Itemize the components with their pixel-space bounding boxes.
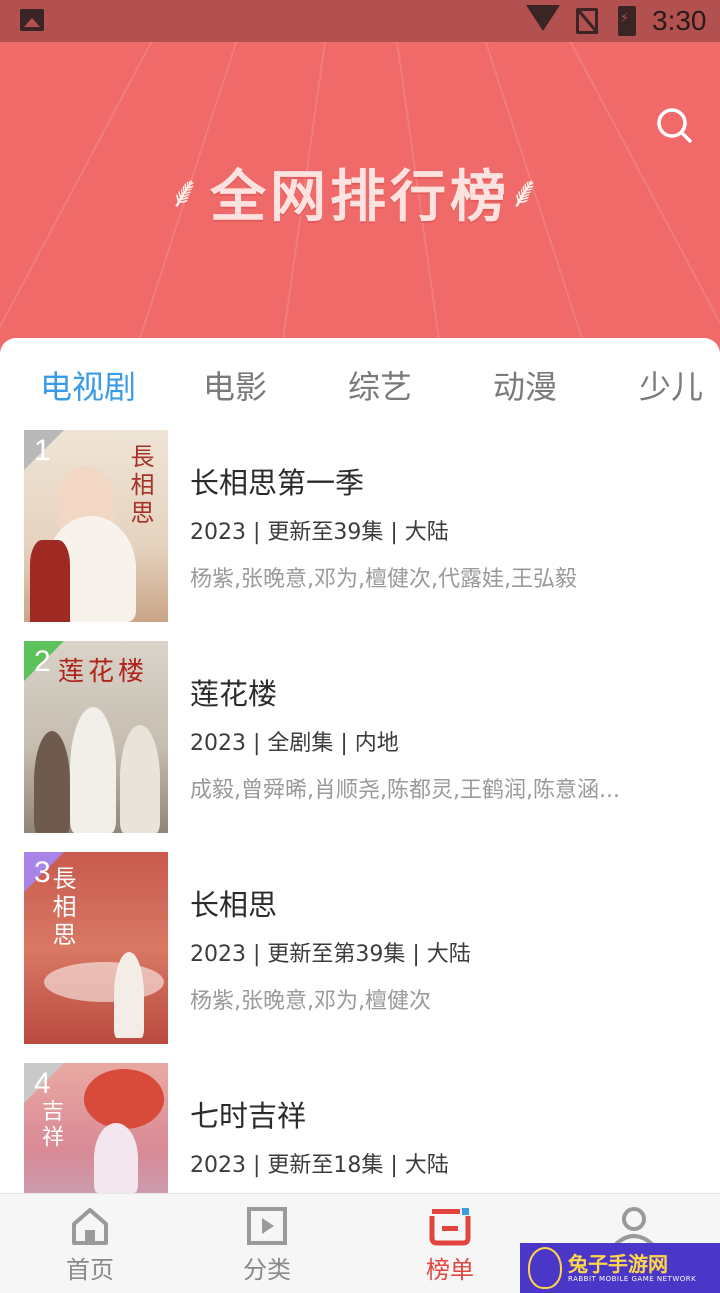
no-sim-icon — [576, 8, 598, 34]
item-meta: 2023 | 更新至第39集 | 大陆 — [190, 942, 471, 967]
gallery-icon — [20, 9, 44, 31]
page-title: 全网排行榜 — [210, 165, 510, 230]
nav-home-label: 首页 — [66, 1256, 114, 1284]
poster-title-text: 莲花楼 — [58, 657, 149, 687]
rank-number: 1 — [34, 434, 51, 467]
list-item[interactable]: 2 莲花楼 莲花楼 2023 | 全剧集 | 内地 成毅,曾舜晞,肖顺尧,陈都灵… — [0, 641, 720, 835]
tab-anime[interactable]: 动漫 — [493, 362, 557, 408]
search-icon[interactable] — [654, 105, 694, 145]
item-meta: 2023 | 全剧集 | 内地 — [190, 731, 399, 756]
poster-title-text: 長相思 — [126, 444, 154, 528]
item-meta: 2023 | 更新至39集 | 大陆 — [190, 520, 449, 545]
category-tabs: 电视剧 电影 综艺 动漫 少儿 — [0, 338, 720, 428]
rabbit-logo-icon — [528, 1247, 562, 1289]
list-item[interactable]: 4 吉祥 七时吉祥 2023 | 更新至18集 | 大陆 — [0, 1063, 720, 1198]
poster-image[interactable]: 3 長相思 — [24, 852, 168, 1044]
list-item[interactable]: 1 長相思 长相思第一季 2023 | 更新至39集 | 大陆 杨紫,张晚意,邓… — [0, 430, 720, 624]
poster-image[interactable]: 4 吉祥 — [24, 1063, 168, 1198]
laurel-right-icon: ⸙ — [508, 167, 541, 218]
ranking-icon — [429, 1208, 471, 1246]
tab-kids[interactable]: 少儿 — [639, 362, 703, 408]
item-title[interactable]: 长相思第一季 — [190, 460, 364, 502]
item-cast: 杨紫,张晚意,邓为,檀健次,代露娃,王弘毅 — [190, 567, 577, 592]
ranking-content: 电视剧 电影 综艺 动漫 少儿 1 長相思 长相思第一季 2023 | 更新至3… — [0, 338, 720, 1198]
rank-number: 4 — [34, 1067, 51, 1100]
play-icon — [247, 1207, 287, 1245]
watermark-title: 兔子手游网 — [568, 1252, 668, 1276]
item-cast: 成毅,曾舜晞,肖顺尧,陈都灵,王鹤润,陈意涵... — [190, 778, 620, 803]
battery-icon — [618, 6, 636, 36]
poster-image[interactable]: 1 長相思 — [24, 430, 168, 622]
tab-tv-series[interactable]: 电视剧 — [40, 362, 136, 408]
home-icon — [72, 1208, 108, 1245]
nav-category[interactable]: 分类 — [177, 1194, 357, 1293]
watermark-logo: 兔子手游网 RABBIT MOBILE GAME NETWORK — [520, 1243, 720, 1293]
item-cast: 杨紫,张晚意,邓为,檀健次 — [190, 989, 431, 1014]
nav-category-label: 分类 — [243, 1256, 291, 1284]
item-title[interactable]: 莲花楼 — [190, 671, 277, 713]
poster-title-text: 吉祥 — [38, 1099, 63, 1151]
tab-variety[interactable]: 综艺 — [348, 362, 412, 408]
status-bar: 3:30 — [0, 0, 720, 42]
nav-home[interactable]: 首页 — [0, 1194, 180, 1293]
list-item[interactable]: 3 長相思 长相思 2023 | 更新至第39集 | 大陆 杨紫,张晚意,邓为,… — [0, 852, 720, 1046]
status-time: 3:30 — [652, 5, 707, 36]
profile-icon — [614, 1207, 654, 1246]
poster-title-text: 長相思 — [48, 866, 76, 950]
item-title[interactable]: 七时吉祥 — [190, 1093, 306, 1135]
item-title[interactable]: 长相思 — [190, 882, 277, 924]
ranking-header: ⸙ 全网排行榜 ⸙ — [0, 42, 720, 362]
watermark-subtitle: RABBIT MOBILE GAME NETWORK — [568, 1275, 697, 1283]
item-meta: 2023 | 更新至18集 | 大陆 — [190, 1153, 449, 1178]
tab-movies[interactable]: 电影 — [203, 362, 267, 408]
wifi-icon — [526, 5, 560, 31]
nav-ranking[interactable]: 榜单 — [360, 1194, 540, 1293]
poster-image[interactable]: 2 莲花楼 — [24, 641, 168, 833]
nav-ranking-label: 榜单 — [426, 1256, 474, 1284]
rank-number: 2 — [34, 645, 51, 678]
